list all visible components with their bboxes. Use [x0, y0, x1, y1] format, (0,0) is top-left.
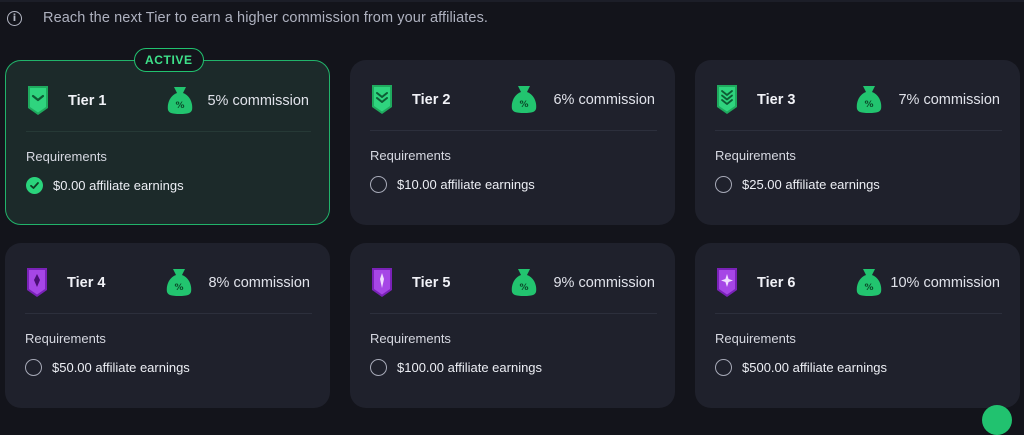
tier-card-3: Tier 3 % 7% commission Requirements $25.… [695, 60, 1020, 225]
requirement-item: $50.00 affiliate earnings [25, 358, 190, 376]
divider [715, 130, 1002, 131]
empty-circle-icon [370, 358, 387, 376]
money-bag-icon: % [511, 269, 537, 296]
tier-card-5: Tier 5 % 9% commission Requirements $100… [350, 243, 675, 408]
svg-text:%: % [175, 101, 184, 111]
commission-text: 5% commission [207, 93, 309, 109]
commission-text: 8% commission [208, 275, 310, 291]
info-text: Reach the next Tier to earn a higher com… [43, 10, 489, 26]
tier-name: Tier 6 [757, 275, 796, 291]
commission-text: 7% commission [898, 92, 1000, 108]
requirement-item: $25.00 affiliate earnings [715, 175, 880, 193]
tier-name: Tier 5 [412, 275, 451, 291]
active-badge: ACTIVE [134, 48, 204, 72]
tier-4-badge-icon [27, 268, 47, 297]
divider [26, 131, 311, 132]
tier-name: Tier 3 [757, 92, 796, 108]
divider [370, 313, 657, 314]
commission-text: 9% commission [553, 275, 655, 291]
requirements-label: Requirements [715, 148, 796, 163]
tier-3-badge-icon [717, 85, 737, 114]
requirement-item: $10.00 affiliate earnings [370, 175, 535, 193]
divider [715, 313, 1002, 314]
tier-card-2: Tier 2 % 6% commission Requirements $10.… [350, 60, 675, 225]
info-icon: i [7, 10, 22, 26]
commission-text: 10% commission [890, 275, 1000, 291]
tier-2-badge-icon [372, 85, 392, 114]
requirement-text: $50.00 affiliate earnings [52, 359, 190, 375]
divider [370, 130, 657, 131]
requirement-text: $25.00 affiliate earnings [742, 176, 880, 192]
tier-5-badge-icon [372, 268, 392, 297]
money-bag-icon: % [166, 269, 192, 296]
svg-text:%: % [864, 283, 873, 293]
tier-card-1: ACTIVE Tier 1 % 5% commission Requiremen… [5, 48, 330, 225]
divider [25, 313, 312, 314]
svg-text:%: % [864, 100, 873, 110]
empty-circle-icon [715, 175, 732, 193]
svg-text:%: % [174, 283, 183, 293]
empty-circle-icon [25, 358, 42, 376]
requirement-item: $0.00 affiliate earnings [26, 176, 184, 194]
tier-card-6: Tier 6 % 10% commission Requirements $50… [695, 243, 1020, 408]
check-circle-icon [26, 176, 43, 194]
tier-name: Tier 2 [412, 92, 451, 108]
requirement-text: $500.00 affiliate earnings [742, 359, 888, 375]
requirements-label: Requirements [715, 331, 796, 346]
tier-card-4: Tier 4 % 8% commission Requirements $50.… [5, 243, 330, 408]
tier-name: Tier 1 [68, 93, 107, 109]
empty-circle-icon [715, 358, 732, 376]
money-bag-icon: % [856, 269, 882, 296]
svg-text:%: % [519, 283, 528, 293]
top-edge [0, 0, 1024, 2]
requirements-label: Requirements [25, 331, 106, 346]
tier-6-badge-icon [717, 268, 737, 297]
info-banner: i Reach the next Tier to earn a higher c… [7, 7, 488, 29]
tier-name: Tier 4 [67, 275, 106, 291]
money-bag-icon: % [511, 86, 537, 113]
requirement-text: $0.00 affiliate earnings [53, 177, 184, 193]
requirements-label: Requirements [26, 149, 107, 164]
commission-text: 6% commission [553, 92, 655, 108]
requirements-label: Requirements [370, 331, 451, 346]
money-bag-icon: % [167, 87, 193, 114]
empty-circle-icon [370, 175, 387, 193]
money-bag-icon: % [856, 86, 882, 113]
tier-1-badge-icon [28, 86, 48, 115]
requirements-label: Requirements [370, 148, 451, 163]
svg-text:%: % [519, 100, 528, 110]
requirement-text: $10.00 affiliate earnings [397, 176, 535, 192]
requirement-text: $100.00 affiliate earnings [397, 359, 543, 375]
requirement-item: $500.00 affiliate earnings [715, 358, 887, 376]
requirement-item: $100.00 affiliate earnings [370, 358, 542, 376]
